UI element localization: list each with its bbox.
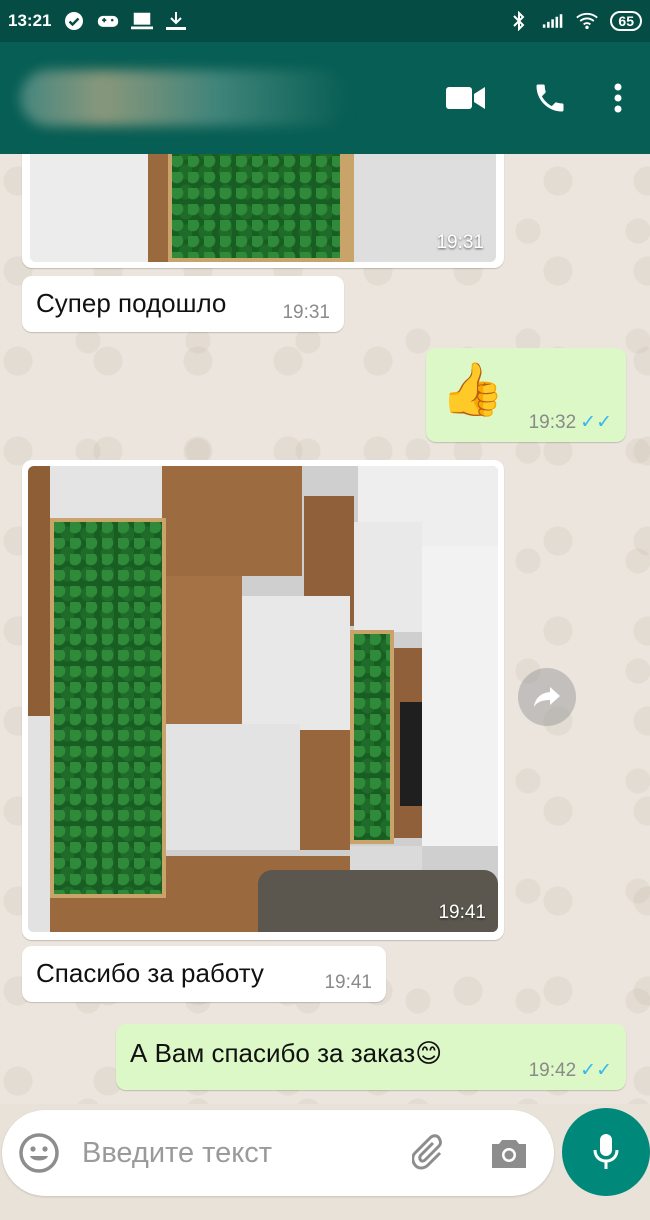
battery-indicator: 65: [610, 11, 642, 31]
forward-arrow-icon: [534, 687, 560, 707]
incoming-image-message[interactable]: 19:31: [22, 154, 504, 268]
message-photo[interactable]: 19:31: [30, 154, 496, 262]
message-time: 19:31: [436, 232, 484, 253]
chat-header: [0, 42, 650, 154]
message-text: Супер подошло: [36, 288, 227, 318]
message-input[interactable]: Введите текст: [82, 1137, 412, 1170]
microphone-icon: [593, 1134, 619, 1169]
message-time: 19:42: [528, 1059, 577, 1081]
thumbs-up-emoji: 👍: [440, 361, 505, 419]
incoming-text-message[interactable]: Супер подошло 19:31: [22, 276, 344, 332]
message-input-container: Введите текст: [2, 1110, 554, 1196]
chat-area[interactable]: 19:31 Супер подошло 19:31 👍 19:32 ✓✓ 19:…: [0, 154, 650, 1104]
wifi-icon: [576, 12, 599, 30]
signal-icon: [542, 12, 564, 30]
check-circle-icon: [63, 12, 85, 30]
read-ticks-icon: ✓✓: [580, 412, 612, 433]
camera-icon[interactable]: [490, 1137, 528, 1169]
message-time: 19:31: [282, 302, 330, 323]
bluetooth-icon: [508, 11, 530, 31]
status-bar: 13:21 65: [0, 0, 650, 42]
gamepad-icon: [97, 12, 119, 30]
message-time: 19:41: [438, 902, 486, 923]
read-ticks-icon: ✓✓: [580, 1060, 612, 1081]
message-photo[interactable]: 19:41: [28, 466, 498, 932]
video-call-icon[interactable]: [446, 85, 486, 111]
voice-message-button[interactable]: [562, 1108, 650, 1196]
contact-info-blurred[interactable]: [20, 70, 350, 126]
voice-call-icon[interactable]: [532, 80, 568, 116]
emoji-icon[interactable]: [18, 1132, 60, 1174]
download-icon: [165, 12, 187, 30]
composer-bar: Введите текст: [0, 1104, 650, 1220]
message-time: 19:32: [528, 411, 577, 433]
status-time: 13:21: [8, 11, 52, 30]
incoming-image-message[interactable]: 19:41: [22, 460, 504, 940]
more-options-icon[interactable]: [614, 83, 622, 113]
incoming-text-message[interactable]: Спасибо за работу 19:41: [22, 946, 386, 1002]
outgoing-emoji-message[interactable]: 👍 19:32 ✓✓: [426, 348, 626, 442]
message-time: 19:41: [324, 972, 372, 993]
attach-paperclip-icon[interactable]: [412, 1133, 448, 1173]
forward-button[interactable]: [518, 668, 576, 726]
message-text: Спасибо за работу: [36, 958, 264, 988]
screen-icon: [131, 12, 154, 30]
outgoing-text-message[interactable]: А Вам спасибо за заказ😊 19:42 ✓✓: [116, 1024, 626, 1090]
message-text: А Вам спасибо за заказ😊: [130, 1038, 443, 1068]
